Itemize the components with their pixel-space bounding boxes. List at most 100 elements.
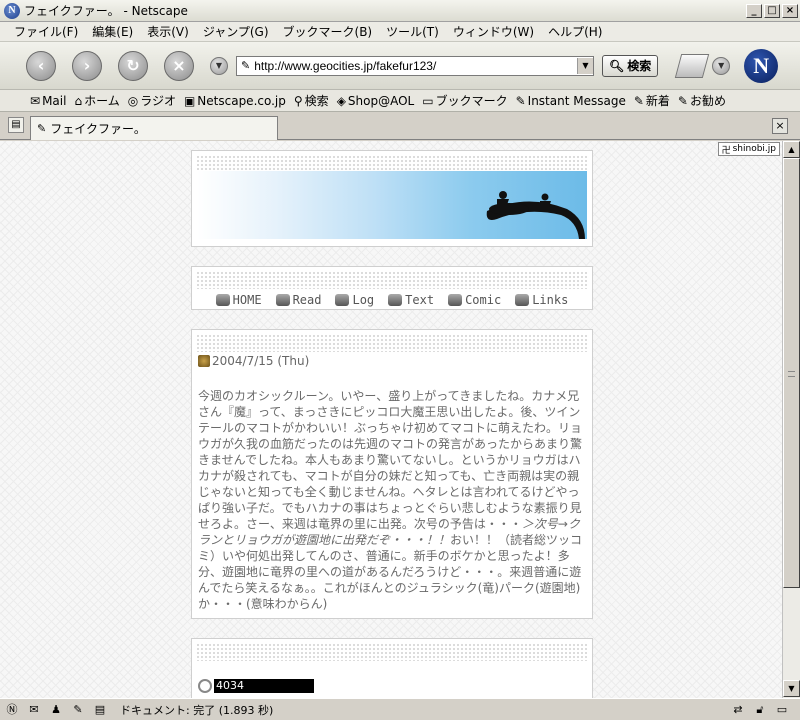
close-window-button[interactable]: × (782, 3, 798, 18)
personal-toolbar: ✉ Mail ⌂ ホーム ◎ ラジオ ▣ Netscape.co.jp ⚲ 検索 ◈ Sho… (0, 90, 800, 112)
personal-item-netscape[interactable]: ▣ Netscape.co.jp (184, 94, 286, 108)
menu-bookmarks[interactable]: ブックマーク(B) (283, 23, 373, 40)
link-icon: ✎ (633, 93, 644, 108)
comic-nav-icon (448, 294, 463, 306)
magnifier-icon: 🔍︎ (609, 58, 625, 73)
access-counter: 4034 (214, 679, 314, 693)
back-button[interactable]: ‹ (26, 50, 56, 81)
url-field[interactable]: ✎ http://www.geocities.jp/fakefur123/ ▼ (236, 55, 594, 76)
title-bar: N フェイクファー。 - Netscape _ □ × (0, 0, 800, 22)
url-text: http://www.geocities.jp/fakefur123/ (254, 58, 437, 73)
nav-link-home[interactable]: HOME (215, 293, 262, 307)
forward-button[interactable]: › (72, 50, 102, 81)
personal-item-label: ブックマーク (435, 94, 508, 108)
personal-item-radio[interactable]: ◎ ラジオ (128, 92, 176, 109)
menu-tools[interactable]: ツール(T) (386, 23, 439, 40)
links-nav-icon (515, 294, 530, 306)
entry-date-text: 2004/7/15 (Thu) (212, 354, 310, 368)
site-nav-panel: HOME Read Log Text Comic Links (191, 266, 593, 310)
personal-item-label: Netscape.co.jp (197, 93, 286, 108)
personal-item-label: 新着 (645, 94, 670, 108)
nav-link-text[interactable]: Text (388, 293, 434, 307)
close-tab-button[interactable]: × (772, 118, 788, 134)
menu-help[interactable]: ヘルプ(H) (548, 23, 602, 40)
reload-icon: ↻ (126, 56, 140, 75)
nav-link-log[interactable]: Log (335, 293, 374, 307)
page-content: 卍 shinobi.jp HOME Read Log Text Comic Li… (0, 141, 782, 698)
counter-panel: 4034 (191, 638, 593, 698)
radio-icon: ◎ (127, 93, 139, 108)
stop-icon: × (172, 56, 186, 75)
security-lock-icon[interactable]: 🔓︎ (752, 703, 768, 717)
menu-edit[interactable]: 編集(E) (92, 23, 133, 40)
stop-button[interactable]: × (164, 50, 194, 81)
instant-message-icon[interactable]: ♟ (48, 703, 64, 717)
url-dropdown-icon[interactable]: ▼ (577, 57, 593, 74)
site-nav: HOME Read Log Text Comic Links (192, 293, 592, 307)
search-button-label: 検索 (627, 59, 652, 73)
print-icon[interactable] (675, 53, 710, 78)
link-icon: ✎ (515, 93, 526, 108)
history-dropdown-button[interactable]: ▼ (210, 56, 228, 75)
personal-item-label: Mail (42, 93, 67, 108)
date-icon (198, 355, 210, 367)
nav-link-read[interactable]: Read (275, 293, 321, 307)
personal-item-instant-message[interactable]: ✎ Instant Message (516, 94, 626, 108)
personal-item-label: ラジオ (140, 94, 176, 108)
reload-button[interactable]: ↻ (118, 50, 148, 81)
page-link-icon: ✎ (37, 122, 47, 135)
maximize-button[interactable]: □ (764, 3, 780, 18)
menu-go[interactable]: ジャンプ(G) (203, 23, 269, 40)
menu-window[interactable]: ウィンドウ(W) (453, 23, 534, 40)
entry-body-text: 今週のカオシックルーン。いやー、盛り上がってきましたね。カナメ兄さん『魔』って、… (198, 389, 583, 531)
mail-icon[interactable]: ✉ (26, 703, 42, 717)
banner-image (197, 171, 587, 239)
composer-icon[interactable]: ✎ (70, 703, 86, 717)
minimize-button[interactable]: _ (746, 3, 762, 18)
nav-link-links[interactable]: Links (515, 293, 568, 307)
personal-item-mail[interactable]: ✉ Mail (30, 94, 66, 108)
log-nav-icon (335, 294, 350, 306)
menu-bar: ファイル(F) 編集(E) 表示(V) ジャンプ(G) ブックマーク(B) ツー… (0, 22, 800, 42)
netscape-app-icon: N (4, 2, 20, 19)
personal-item-search[interactable]: ⚲ 検索 (294, 92, 329, 109)
personal-item-bookmarks[interactable]: ▭ ブックマーク (422, 92, 507, 109)
scroll-up-button[interactable]: ▲ (783, 141, 800, 158)
scroll-down-button[interactable]: ▼ (783, 680, 800, 697)
netscape-logo-icon[interactable]: N (744, 48, 779, 83)
online-status-icon[interactable]: ⇄ (730, 703, 746, 717)
menu-file[interactable]: ファイル(F) (14, 23, 78, 40)
window-title: フェイクファー。 - Netscape (24, 4, 188, 18)
personal-item-shop[interactable]: ◈ Shop@AOL (337, 94, 415, 108)
read-nav-icon (275, 294, 290, 306)
print-dropdown-button[interactable]: ▼ (712, 56, 731, 75)
navigation-toolbar: ‹ › ↻ × ▼ ✎ http://www.geocities.jp/fake… (0, 42, 800, 90)
mail-icon: ✉ (30, 93, 41, 108)
scroll-thumb[interactable] (783, 158, 800, 588)
chevron-down-icon: ▼ (215, 61, 223, 70)
counter-icon (198, 679, 212, 693)
popup-icon[interactable]: ▭ (774, 703, 790, 717)
vertical-scrollbar[interactable]: ▲ ▼ (782, 141, 800, 698)
chevron-down-icon: ▼ (718, 61, 725, 70)
nav-link-comic[interactable]: Comic (448, 293, 501, 307)
banner-panel (191, 150, 593, 247)
personal-item-home[interactable]: ⌂ ホーム (74, 92, 119, 109)
shinobi-icon: 卍 (721, 145, 731, 156)
lamp-silhouette-icon (486, 191, 585, 239)
tab-active[interactable]: ✎ フェイクファー。 (30, 116, 278, 140)
shinobi-label: shinobi.jp (732, 144, 776, 154)
personal-item-label: ホーム (84, 94, 120, 108)
personal-item-new[interactable]: ✎ 新着 (634, 92, 670, 109)
diary-entry-panel: 2004/7/15 (Thu) 今週のカオシックルーン。いやー、盛り上がってきま… (191, 329, 593, 619)
personal-item-label: 検索 (304, 94, 329, 108)
shinobi-badge[interactable]: 卍 shinobi.jp (717, 142, 780, 156)
address-book-icon[interactable]: ▤ (92, 703, 108, 717)
personal-item-recommended[interactable]: ✎ お勧め (678, 92, 726, 109)
search-button[interactable]: 🔍︎ 検索 (602, 54, 659, 77)
nav-link-label: Log (352, 293, 375, 307)
navigator-icon[interactable]: Ⓝ (4, 703, 20, 717)
dot-pattern (196, 643, 588, 661)
menu-view[interactable]: 表示(V) (147, 23, 189, 40)
sidebar-toggle-icon[interactable]: ▤ (8, 117, 24, 133)
